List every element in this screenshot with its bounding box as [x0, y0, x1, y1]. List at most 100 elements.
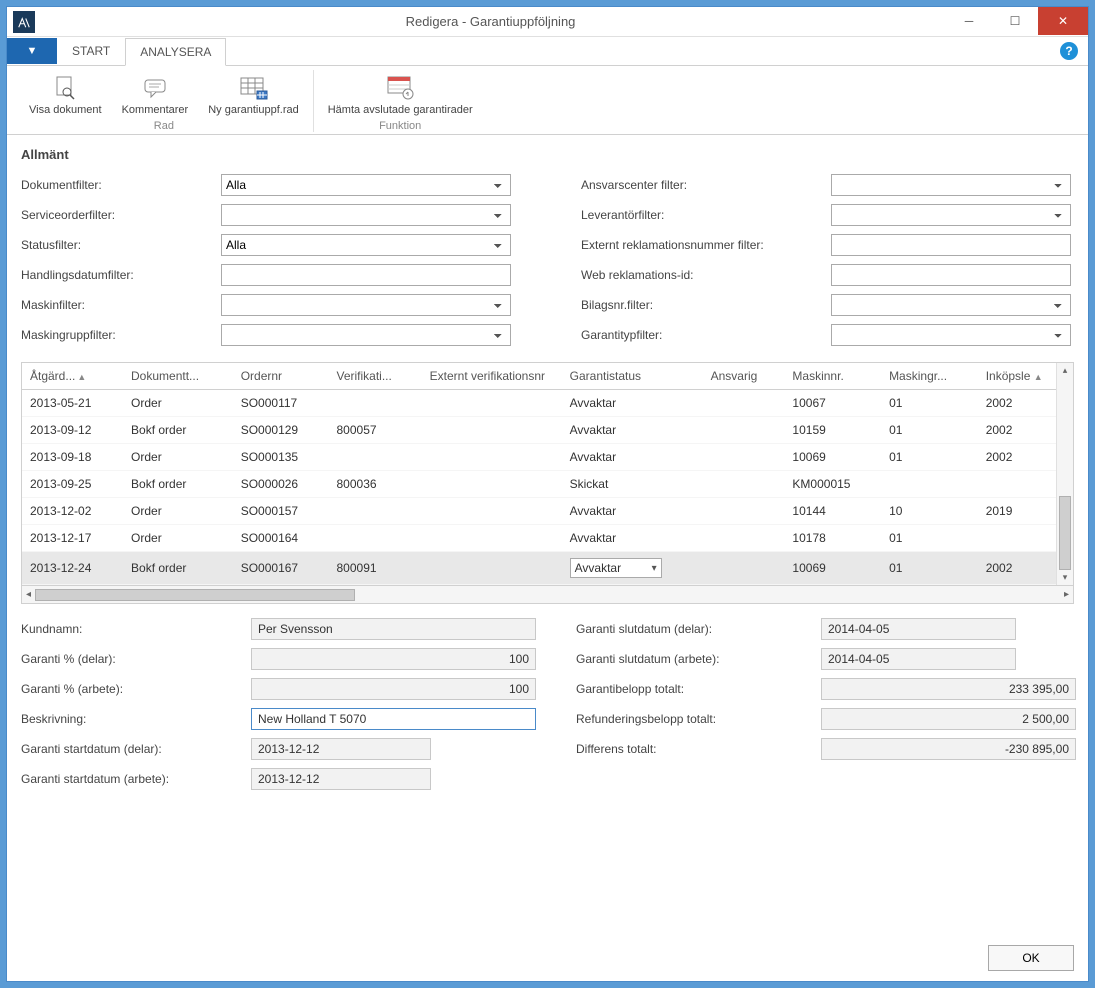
ansvarscenter-select[interactable] [831, 174, 1071, 196]
table-cell: 10 [881, 498, 978, 525]
col-garantistatus[interactable]: Garantistatus [562, 363, 703, 390]
garanti-pct-arbete-value: 100 [251, 678, 536, 700]
differens-value: -230 895,00 [821, 738, 1076, 760]
comment-icon [139, 72, 171, 104]
table-cell [422, 498, 562, 525]
table-cell: 2013-09-18 [22, 444, 123, 471]
ribbon-body: Visa dokument Kommentarer Ny garantiuppf… [7, 66, 1088, 135]
dokumentfilter-select[interactable]: Alla [221, 174, 511, 196]
table-row[interactable]: 2013-09-18OrderSO000135Avvaktar100690120… [22, 444, 1073, 471]
table-row[interactable]: 2013-12-24Bokf orderSO000167800091Avvakt… [22, 552, 1073, 585]
scroll-thumb[interactable] [35, 589, 355, 601]
table-cell: 10069 [784, 444, 881, 471]
table-cell: KM000015 [784, 471, 881, 498]
minimize-button[interactable]: ─ [946, 7, 992, 35]
handlingsdatum-label: Handlingsdatumfilter: [21, 268, 221, 282]
beskrivning-value[interactable]: New Holland T 5070 [251, 708, 536, 730]
ribbon-group-rad: Visa dokument Kommentarer Ny garantiuppf… [15, 70, 314, 132]
table-row[interactable]: 2013-09-12Bokf orderSO000129800057Avvakt… [22, 417, 1073, 444]
statusfilter-label: Statusfilter: [21, 238, 221, 252]
table-cell: 2013-09-12 [22, 417, 123, 444]
col-dokumenttyp[interactable]: Dokumentt... [123, 363, 233, 390]
tab-analysera[interactable]: ANALYSERA [125, 38, 226, 66]
table-cell: Order [123, 525, 233, 552]
scroll-right-icon: ▸ [1064, 589, 1069, 600]
table-cell: 01 [881, 552, 978, 585]
table-cell: 2013-09-25 [22, 471, 123, 498]
webrekl-input[interactable] [831, 264, 1071, 286]
ribbon-group-funktion: Hämta avslutade garantirader Funktion [314, 70, 487, 132]
table-cell: Avvaktar [562, 390, 703, 417]
hamta-avslutade-button[interactable]: Hämta avslutade garantirader [324, 70, 477, 118]
table-cell [881, 471, 978, 498]
table-row[interactable]: 2013-12-02OrderSO000157Avvaktar101441020… [22, 498, 1073, 525]
tab-start[interactable]: START [57, 37, 125, 65]
ny-garantiuppf-rad-button[interactable]: Ny garantiuppf.rad [204, 70, 303, 118]
handlingsdatum-input[interactable] [221, 264, 511, 286]
fetch-rows-icon [384, 72, 416, 104]
table-cell: 10144 [784, 498, 881, 525]
externtrekl-input[interactable] [831, 234, 1071, 256]
kommentarer-button[interactable]: Kommentarer [118, 70, 193, 118]
table-cell [703, 525, 785, 552]
table-cell [703, 417, 785, 444]
table-row[interactable]: 2013-09-25Bokf orderSO000026800036Skicka… [22, 471, 1073, 498]
garantibelopp-label: Garantibelopp totalt: [576, 682, 821, 696]
file-tab[interactable]: ▼ [7, 38, 57, 64]
table-cell [703, 498, 785, 525]
data-table-wrap: Åtgärd...▲ Dokumentt... Ordernr Verifika… [21, 362, 1074, 604]
table-cell: Avvaktar [562, 417, 703, 444]
col-maskingr[interactable]: Maskingr... [881, 363, 978, 390]
scroll-thumb[interactable] [1059, 496, 1071, 570]
filter-grid: Dokumentfilter: Alla Ansvarscenter filte… [21, 174, 1074, 346]
close-button[interactable]: ✕ [1038, 7, 1088, 35]
table-cell [422, 525, 562, 552]
col-extverif[interactable]: Externt verifikationsnr [422, 363, 562, 390]
detail-grid: Kundnamn: Per Svensson Garanti slutdatum… [21, 618, 1074, 790]
table-cell [329, 444, 422, 471]
window-title: Redigera - Garantiuppföljning [35, 14, 946, 29]
bilagsnr-select[interactable] [831, 294, 1071, 316]
garanti-pct-delar-value: 100 [251, 648, 536, 670]
table-cell: 2013-12-24 [22, 552, 123, 585]
ribbon-label: Ny garantiuppf.rad [208, 104, 299, 116]
maximize-button[interactable]: ☐ [992, 7, 1038, 35]
garanti-pct-delar-label: Garanti % (delar): [21, 652, 251, 666]
col-ordernr[interactable]: Ordernr [233, 363, 329, 390]
table-cell [703, 552, 785, 585]
gslut-delar-value: 2014-04-05 [821, 618, 1016, 640]
horizontal-scrollbar[interactable]: ◂ ▸ [22, 585, 1073, 603]
table-cell: 10178 [784, 525, 881, 552]
gstart-delar-label: Garanti startdatum (delar): [21, 742, 251, 756]
col-ansvarig[interactable]: Ansvarig [703, 363, 785, 390]
gslut-arbete-value: 2014-04-05 [821, 648, 1016, 670]
vertical-scrollbar[interactable]: ▴ ▾ [1056, 363, 1073, 585]
help-icon[interactable]: ? [1060, 42, 1078, 60]
garantityp-select[interactable] [831, 324, 1071, 346]
table-cell: 10159 [784, 417, 881, 444]
footer: OK [7, 935, 1088, 981]
table-row[interactable]: 2013-05-21OrderSO000117Avvaktar100670120… [22, 390, 1073, 417]
maskinfilter-select[interactable] [221, 294, 511, 316]
leverantor-select[interactable] [831, 204, 1071, 226]
ansvarscenter-label: Ansvarscenter filter: [581, 178, 831, 192]
visa-dokument-button[interactable]: Visa dokument [25, 70, 106, 118]
statusfilter-select[interactable]: Alla [221, 234, 511, 256]
leverantor-label: Leverantörfilter: [581, 208, 831, 222]
col-verifikation[interactable]: Verifikati... [329, 363, 422, 390]
gstart-delar-value: 2013-12-12 [251, 738, 431, 760]
serviceorderfilter-select[interactable] [221, 204, 511, 226]
table-cell: 10067 [784, 390, 881, 417]
ok-button[interactable]: OK [988, 945, 1074, 971]
table-row[interactable]: 2013-12-17OrderSO000164Avvaktar1017801 [22, 525, 1073, 552]
maskinfilter-label: Maskinfilter: [21, 298, 221, 312]
garantistatus-select[interactable]: Avvaktar [570, 558, 662, 578]
col-maskinnr[interactable]: Maskinnr. [784, 363, 881, 390]
webrekl-label: Web reklamations-id: [581, 268, 831, 282]
col-atgard[interactable]: Åtgärd...▲ [22, 363, 123, 390]
table-cell: Order [123, 444, 233, 471]
maskingrupp-select[interactable] [221, 324, 511, 346]
table-cell [422, 552, 562, 585]
table-cell [329, 390, 422, 417]
table-cell: SO000117 [233, 390, 329, 417]
